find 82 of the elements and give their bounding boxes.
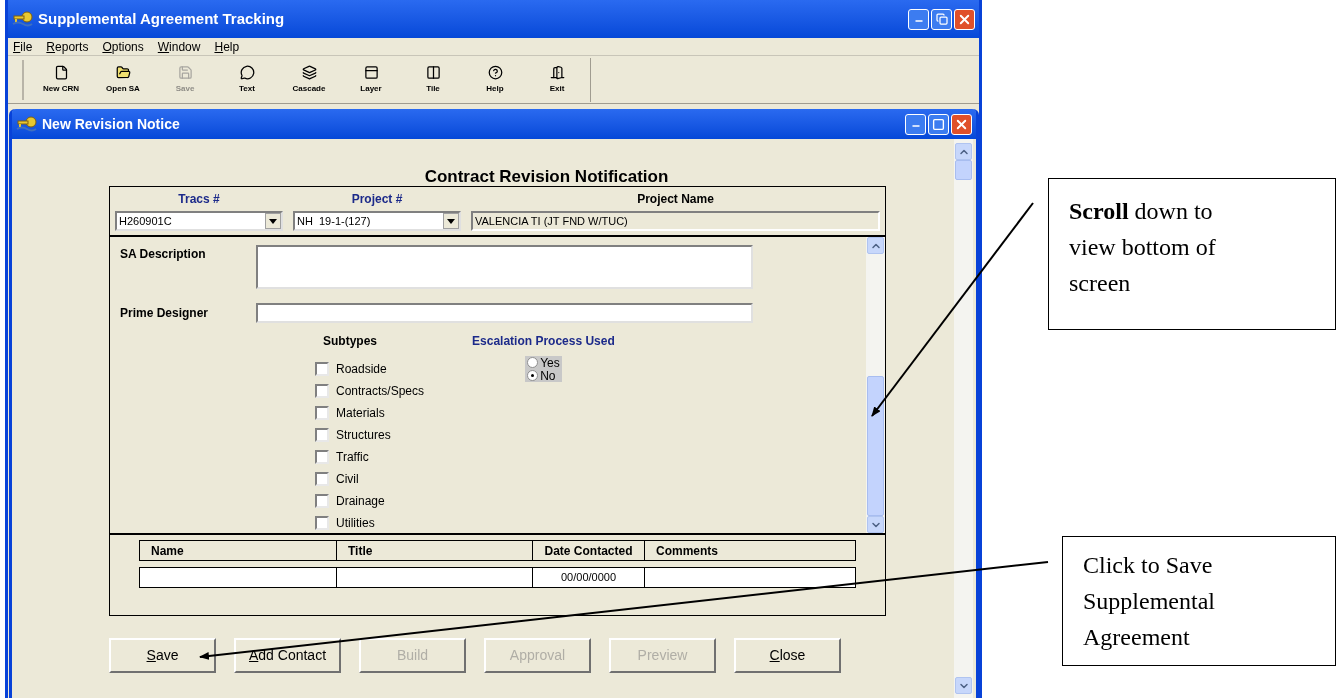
column-header: Comments bbox=[655, 542, 719, 560]
window-icon bbox=[363, 64, 379, 80]
toolbar-button[interactable]: Help bbox=[464, 59, 526, 100]
checkbox-label: Civil bbox=[336, 471, 359, 488]
key-icon bbox=[16, 116, 38, 132]
toolbar-button[interactable]: Cascade bbox=[278, 59, 340, 100]
checkbox-label: Contracts/Specs bbox=[336, 383, 425, 400]
column-label: Tracs # bbox=[178, 191, 220, 208]
maximize-button[interactable] bbox=[928, 113, 949, 135]
door-icon bbox=[549, 64, 565, 80]
readonly-field: VALENCIA TI (JT FND W/TUC) bbox=[471, 211, 880, 231]
form-title: Contract Revision Notification bbox=[423, 166, 670, 186]
table-cell[interactable]: 00/00/0000 bbox=[533, 568, 645, 587]
field-label: Prime Designer bbox=[120, 305, 210, 322]
minimize-button[interactable] bbox=[905, 113, 926, 135]
radio-label: No bbox=[540, 369, 556, 382]
column-header: Date Contacted bbox=[533, 541, 645, 560]
scrollbar-thumb[interactable] bbox=[867, 376, 884, 516]
checkbox-label: Roadside bbox=[336, 361, 387, 378]
checkbox[interactable] bbox=[315, 494, 329, 508]
two-panels-icon bbox=[425, 64, 441, 80]
checkbox[interactable] bbox=[315, 450, 329, 464]
toolbar-button[interactable]: Tile bbox=[402, 59, 464, 100]
key-icon bbox=[12, 11, 34, 27]
restore-icon bbox=[935, 13, 948, 25]
menu-item[interactable]: Options bbox=[102, 37, 144, 56]
checkbox[interactable] bbox=[315, 428, 329, 442]
column-label: Project Name bbox=[637, 191, 714, 208]
input-field[interactable] bbox=[256, 245, 753, 289]
menu-item[interactable]: File bbox=[13, 37, 33, 56]
radio-label: Yes bbox=[540, 356, 560, 369]
form-button[interactable]: Save bbox=[109, 638, 216, 673]
checkbox[interactable] bbox=[315, 406, 329, 420]
close-button[interactable] bbox=[951, 113, 972, 135]
callout-text: Scroll down to view bottom of screen bbox=[1069, 198, 1216, 296]
field-label: SA Description bbox=[120, 246, 207, 263]
column-label: Project # bbox=[351, 191, 403, 208]
dropdown[interactable]: NH 19-1-(127) bbox=[293, 211, 461, 231]
folder-icon bbox=[115, 64, 131, 80]
input-field[interactable] bbox=[256, 303, 753, 323]
checkbox[interactable] bbox=[315, 384, 329, 398]
checkbox[interactable] bbox=[315, 516, 329, 530]
toolbar-button[interactable]: Exit bbox=[526, 59, 588, 100]
document-icon bbox=[53, 64, 69, 80]
toolbar-button[interactable]: Layer bbox=[340, 59, 402, 100]
checkbox-label: Traffic bbox=[336, 449, 369, 466]
dropdown[interactable]: H260901C bbox=[115, 211, 283, 231]
menu-item[interactable]: Help bbox=[214, 37, 240, 56]
scroll-down-button[interactable] bbox=[955, 677, 972, 694]
callout-text: Click to Save Supplemental Agreement bbox=[1083, 552, 1215, 650]
speech-bubble-icon bbox=[239, 64, 255, 80]
toolbar-button[interactable]: Text bbox=[216, 59, 278, 100]
checkbox-label: Materials bbox=[336, 405, 385, 422]
checkbox[interactable] bbox=[315, 472, 329, 486]
column-header: Title bbox=[337, 541, 533, 560]
window-title: Supplemental Agreement Tracking bbox=[38, 8, 286, 29]
section-heading: Subtypes bbox=[323, 333, 378, 350]
minimize-button[interactable] bbox=[908, 8, 929, 30]
question-mark-icon bbox=[487, 64, 503, 80]
toolbar-button[interactable]: New CRN bbox=[30, 59, 92, 100]
checkbox-label: Structures bbox=[336, 427, 391, 444]
checkbox[interactable] bbox=[315, 362, 329, 376]
form-button[interactable]: Close bbox=[734, 638, 841, 673]
scroll-up-button[interactable] bbox=[867, 237, 884, 254]
checkbox-label: Utilities bbox=[336, 515, 375, 532]
menu-item[interactable]: Reports bbox=[46, 37, 89, 56]
window-title: New Revision Notice bbox=[42, 114, 181, 134]
close-button[interactable] bbox=[954, 8, 975, 30]
column-header: Name bbox=[140, 541, 337, 560]
form-button[interactable]: Add Contact bbox=[234, 638, 341, 673]
section-heading: Escalation Process Used bbox=[472, 333, 615, 350]
checkbox-label: Drainage bbox=[336, 493, 385, 510]
toolbar-button[interactable]: Open SA bbox=[92, 59, 154, 100]
maximize-icon bbox=[932, 117, 945, 131]
radio-button[interactable] bbox=[527, 370, 539, 381]
menu-item[interactable]: Window bbox=[157, 37, 201, 56]
scroll-down-button[interactable] bbox=[867, 516, 884, 533]
radio-button[interactable] bbox=[527, 357, 539, 368]
stacked-windows-icon bbox=[301, 64, 317, 80]
scrollbar-thumb[interactable] bbox=[955, 160, 972, 180]
scroll-up-button[interactable] bbox=[955, 143, 972, 160]
restore-button[interactable] bbox=[931, 8, 952, 30]
